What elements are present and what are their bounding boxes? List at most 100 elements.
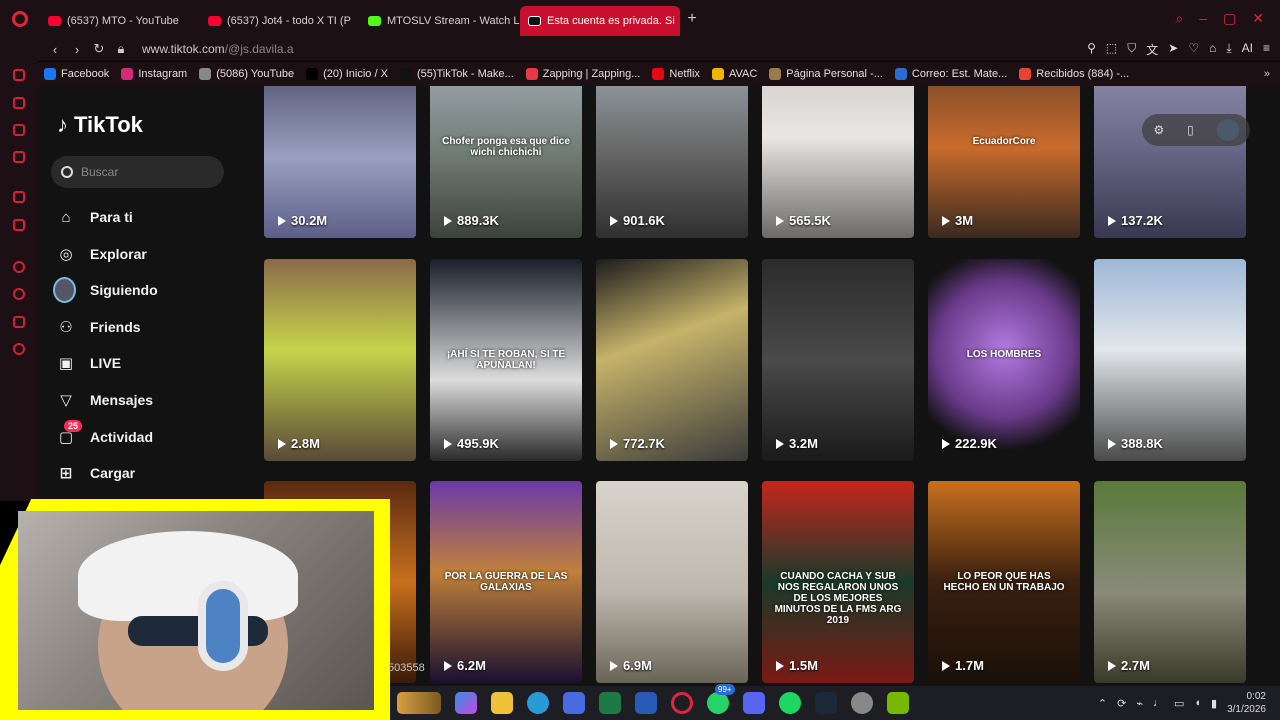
nav-item-para-ti[interactable]: ⌂ Para ti <box>56 202 132 232</box>
volume-icon[interactable]: ◖ <box>1194 697 1201 709</box>
video-thumbnail[interactable]: 137.2K <box>1094 86 1246 238</box>
video-thumbnail[interactable]: 2.7M <box>1094 481 1246 683</box>
download-icon[interactable]: ⤓ <box>1226 41 1231 58</box>
whatsapp-icon[interactable]: 99+ <box>707 684 735 714</box>
bookmark-item[interactable]: (20) Inicio / X <box>300 68 394 80</box>
more-bookmarks-icon[interactable]: » <box>1264 68 1280 80</box>
browser-tab[interactable]: (6537) MTO - YouTube <box>40 6 200 36</box>
video-thumbnail[interactable]: ¡AHÍ SI TE ROBAN, SI TE APUÑALAN! 495.9K <box>430 259 582 461</box>
bookmark-item[interactable]: (55)TikTok - Make... <box>394 68 520 80</box>
video-thumbnail[interactable]: 565.5K <box>762 86 914 238</box>
edge-icon[interactable] <box>527 692 549 714</box>
bookmark-item[interactable]: Correo: Est. Mate... <box>889 68 1013 80</box>
bookmark-item[interactable]: Recibidos (884) -... <box>1013 68 1135 80</box>
wifi-off-icon[interactable]: ⌁ <box>1136 697 1143 710</box>
steam-icon[interactable] <box>815 692 837 714</box>
copilot-icon[interactable] <box>455 692 477 714</box>
opera-icon[interactable] <box>671 692 693 714</box>
system-clock[interactable]: 0:02 3/1/2026 <box>1227 690 1266 716</box>
video-thumbnail[interactable]: 3.2M <box>762 259 914 461</box>
video-thumbnail[interactable]: Chofer ponga esa que dice wichi chichich… <box>430 86 582 238</box>
nav-item-explorar[interactable]: ◎ Explorar <box>56 239 146 269</box>
translate-icon[interactable]: 文 <box>1146 41 1158 58</box>
shield-icon[interactable]: ⛉ <box>1127 41 1136 58</box>
video-thumbnail[interactable]: 30.2M <box>264 86 416 238</box>
opera-logo[interactable] <box>0 0 40 37</box>
back-icon[interactable]: ‹ <box>44 42 66 57</box>
reload-icon[interactable]: ↻ <box>88 41 110 57</box>
snapshot-icon[interactable]: ⬚ <box>1106 41 1117 58</box>
bookmark-item[interactable]: Facebook <box>38 68 115 80</box>
view-count: 495.9K <box>444 436 499 451</box>
close-window-icon[interactable]: ✕ <box>1252 10 1264 27</box>
heart-icon[interactable]: ♡ <box>1188 41 1199 58</box>
search-input[interactable]: Buscar <box>51 156 224 188</box>
browser-tab[interactable]: (6537) Jot4 - todo X TI (P <box>200 6 360 36</box>
sync-icon[interactable]: ⟳ <box>1117 697 1126 710</box>
video-thumbnail[interactable]: POR LA GUERRA DE LAS GALAXIAS 6.2M <box>430 481 582 683</box>
bookmark-item[interactable]: AVAC <box>706 68 763 80</box>
widget-icon[interactable] <box>397 692 441 714</box>
settings-icon[interactable] <box>13 343 25 355</box>
forward-icon[interactable]: › <box>66 42 88 57</box>
word-icon[interactable] <box>635 692 657 714</box>
microphone-icon[interactable]: ♩ <box>1153 697 1164 709</box>
search-icon[interactable]: ⌕ <box>1175 10 1183 27</box>
send-icon[interactable]: ➤ <box>1168 41 1178 58</box>
new-tab-button[interactable]: + <box>680 10 704 28</box>
crypto-icon[interactable] <box>13 124 25 136</box>
nav-item-actividad[interactable]: ▢ 25 Actividad <box>56 420 153 452</box>
video-thumbnail[interactable]: 2.8M <box>264 259 416 461</box>
ai-button[interactable]: AI <box>1242 41 1253 58</box>
bookmark-item[interactable]: (5086) YouTube <box>193 68 300 80</box>
file-explorer-icon[interactable] <box>491 692 513 714</box>
nav-item-cargar[interactable]: ⊞ Cargar <box>56 458 135 488</box>
obs-icon[interactable] <box>851 692 873 714</box>
avatar[interactable] <box>1216 119 1239 141</box>
video-thumbnail[interactable]: 901.6K <box>596 86 748 238</box>
twitch-icon[interactable] <box>13 191 25 203</box>
discord-icon[interactable] <box>743 692 765 714</box>
browser-tab-active[interactable]: Esta cuenta es privada. Si✕ <box>520 5 680 36</box>
x-icon[interactable] <box>13 219 25 231</box>
tiktok-logo[interactable]: ♪ TikTok <box>57 112 143 138</box>
nav-item-live[interactable]: ▣ LIVE <box>56 348 121 378</box>
bookmark-item[interactable]: Netflix <box>646 68 706 80</box>
bookmark-label: Instagram <box>138 68 188 80</box>
video-thumbnail[interactable]: CUANDO CACHA Y SUB NOS REGALARON UNOS DE… <box>762 481 914 683</box>
workspace-icon[interactable] <box>13 97 25 109</box>
aria-icon[interactable] <box>13 69 25 81</box>
player-icon[interactable] <box>13 261 25 273</box>
video-thumbnail[interactable]: LOS HOMBRES 222.9K <box>928 259 1080 461</box>
excel-icon[interactable] <box>599 692 621 714</box>
menu-icon[interactable]: ≡ <box>1263 41 1270 58</box>
video-thumbnail[interactable]: 388.8K <box>1094 259 1246 461</box>
nav-item-friends[interactable]: ⚇ Friends <box>56 312 140 342</box>
minimize-icon[interactable]: – <box>1199 10 1207 27</box>
nav-item-mensajes[interactable]: ▽ Mensajes <box>56 385 153 415</box>
browser-tab[interactable]: MTOSLV Stream - Watch L <box>360 6 520 36</box>
extensions-icon[interactable] <box>13 316 25 328</box>
video-thumbnail[interactable]: 772.7K <box>596 259 748 461</box>
nav-item-siguiendo[interactable]: Siguiendo <box>53 275 158 305</box>
wallet-icon[interactable]: ⌂ <box>1209 41 1216 58</box>
video-thumbnail[interactable]: 6.9M <box>596 481 748 683</box>
url-field[interactable]: www.tiktok.com/@js.davila.a <box>142 42 294 56</box>
spotify-icon[interactable] <box>779 692 801 714</box>
phone-icon[interactable]: ▯ <box>1187 123 1194 137</box>
store-icon[interactable] <box>563 692 585 714</box>
chevron-up-icon[interactable]: ⌃ <box>1098 697 1107 710</box>
maximize-icon[interactable]: ▢ <box>1223 10 1236 27</box>
display-icon[interactable]: ▭ <box>1174 697 1184 710</box>
bookmark-item[interactable]: Página Personal -... <box>763 68 889 80</box>
bookmark-item[interactable]: Instagram <box>115 68 193 80</box>
settings-icon[interactable]: ⚙ <box>1153 123 1164 137</box>
bookmark-item[interactable]: Zapping | Zapping... <box>520 68 647 80</box>
video-thumbnail[interactable]: EcuadorCore 3M <box>928 86 1080 238</box>
video-thumbnail[interactable]: LO PEOR QUE HAS HECHO EN UN TRABAJO 1.7M <box>928 481 1080 683</box>
nvidia-icon[interactable] <box>887 692 909 714</box>
battery-icon[interactable]: ▮ <box>1211 697 1217 710</box>
messenger-icon[interactable] <box>13 151 25 163</box>
history-icon[interactable] <box>13 288 25 300</box>
pin-icon[interactable]: ⚲ <box>1087 41 1096 58</box>
